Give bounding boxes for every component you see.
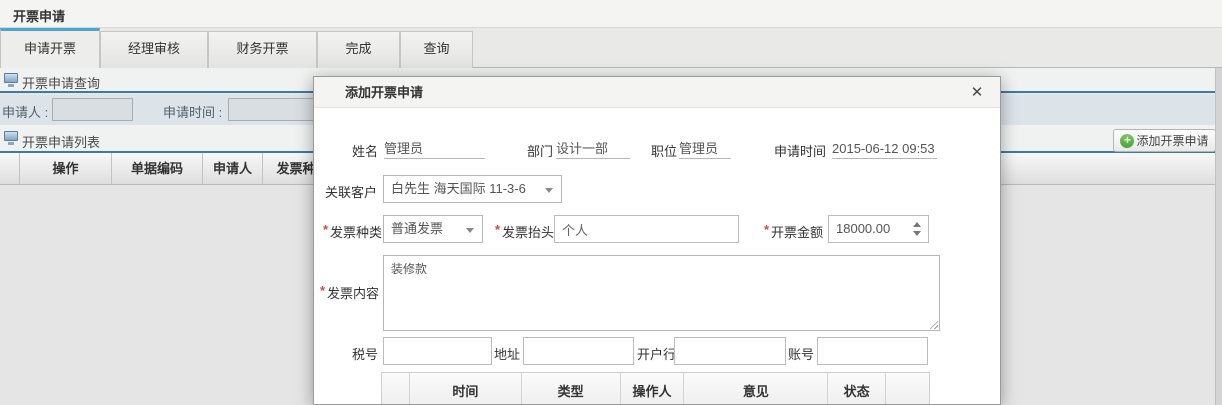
tab-search[interactable]: 查询 [400,31,473,68]
content-label: 发票内容 [327,283,379,302]
address-label: 地址 [494,344,520,363]
modal-title: 添加开票申请 [345,77,423,108]
amount-label: 开票金额 [771,222,823,241]
required-mark: * [764,222,769,237]
tax-no-input[interactable] [383,337,492,365]
spin-up-icon[interactable] [913,222,921,227]
chevron-down-icon [545,188,553,193]
position-field[interactable]: 管理员 [679,137,731,159]
bank-input[interactable] [674,337,786,365]
applicant-label: 申请人 : [2,102,48,121]
tab-finance-invoice[interactable]: 财务开票 [208,31,317,68]
invoice-title-label: 发票抬头 [502,222,554,241]
required-mark: * [495,222,500,237]
monitor-icon [4,73,18,83]
history-header-type: 类型 [522,373,621,405]
required-mark: * [320,283,325,298]
top-title-bar: 开票申请 [0,0,1222,28]
customer-select-value: 白先生 海天国际 11-3-6 [391,181,526,196]
history-header-empty [382,373,410,405]
address-input[interactable] [523,337,634,365]
name-label: 姓名 [352,141,378,160]
header-cell-doc-code: 单据编码 [112,153,203,184]
apply-time-input[interactable] [228,98,326,121]
chevron-down-icon [466,228,474,233]
history-table-header: 时间 类型 操作人 意见 状态 [381,372,930,405]
tab-manager-review[interactable]: 经理审核 [100,31,208,68]
account-label: 账号 [788,344,814,363]
apply-time-field[interactable]: 2015-06-12 09:53 [832,137,937,159]
workflow-tabbar: 申请开票 经理审核 财务开票 完成 查询 [0,28,1222,68]
list-section-title: 开票申请列表 [22,132,100,151]
query-section-title: 开票申请查询 [22,73,100,92]
history-header-status: 状态 [828,373,886,405]
modal-body: 姓名 管理员 部门 设计一部 职位 管理员 申请时间 2015-06-12 09… [314,108,1000,405]
applicant-input[interactable] [52,98,133,121]
amount-stepper[interactable]: 18000.00 [828,215,929,243]
customer-label: 关联客户 [325,182,377,201]
department-label: 部门 [527,141,553,160]
history-header-time: 时间 [410,373,522,405]
add-button-label: 添加开票申请 [1136,132,1208,149]
history-header-operator: 操作人 [621,373,685,405]
header-cell-empty [0,153,20,184]
invoice-type-select-value: 普通发票 [391,221,443,236]
position-label: 职位 [651,141,677,160]
customer-select[interactable]: 白先生 海天国际 11-3-6 [383,175,562,203]
invoice-type-label: 发票种类 [330,222,382,241]
tab-apply-invoice[interactable]: 申请开票 [0,28,100,68]
department-field[interactable]: 设计一部 [556,137,630,159]
invoice-type-select[interactable]: 普通发票 [383,215,483,243]
required-mark: * [323,222,328,237]
monitor-icon [4,131,18,141]
add-invoice-request-button[interactable]: 添加开票申请 [1113,129,1216,152]
vertical-scrollbar[interactable] [1215,68,1222,405]
content-textarea[interactable]: 装修款 [383,255,940,331]
account-input[interactable] [817,337,928,365]
modal-header: 添加开票申请 ✕ [314,77,1000,108]
modal-apply-time-label: 申请时间 [774,141,826,160]
tab-complete[interactable]: 完成 [317,31,400,68]
history-header-empty [886,373,929,405]
header-cell-actions: 操作 [20,153,112,184]
page-title: 开票申请 [13,6,65,25]
name-field[interactable]: 管理员 [384,137,485,159]
amount-value: 18000.00 [836,216,890,242]
header-cell-applicant: 申请人 [203,153,263,184]
add-invoice-modal: 添加开票申请 ✕ 姓名 管理员 部门 设计一部 职位 管理员 申请时间 2015… [313,76,1001,405]
tax-no-label: 税号 [352,344,378,363]
add-icon [1120,134,1134,148]
invoice-title-input[interactable] [554,215,739,243]
bank-label: 开户行 [637,344,676,363]
app-screen: 开票申请 申请开票 经理审核 财务开票 完成 查询 开票申请查询 申请人 : 申… [0,0,1222,405]
apply-time-label: 申请时间 : [163,102,222,121]
spin-down-icon[interactable] [913,231,921,236]
close-icon[interactable]: ✕ [967,83,987,103]
history-header-opinion: 意见 [684,373,828,405]
